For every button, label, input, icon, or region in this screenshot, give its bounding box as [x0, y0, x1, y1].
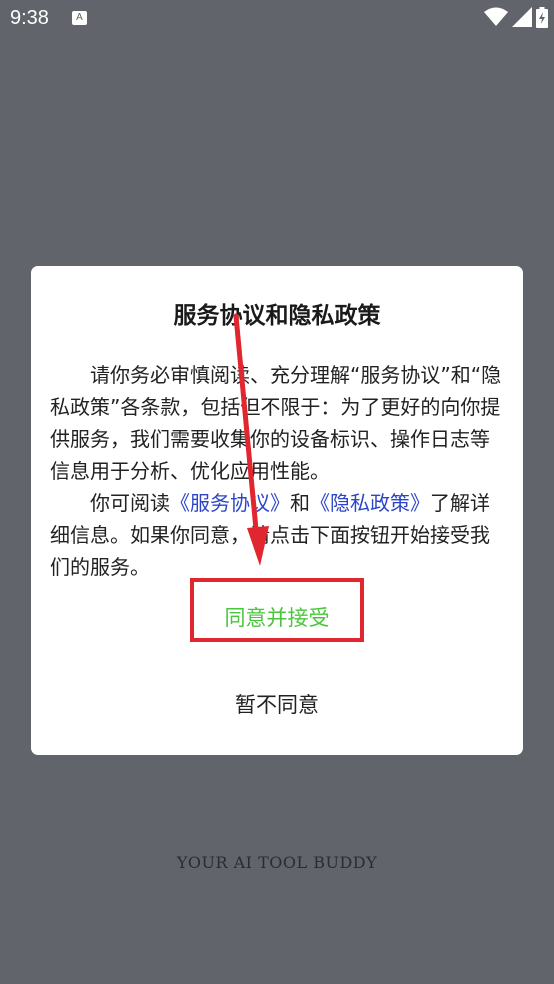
wifi-icon [484, 7, 508, 26]
background-tagline: YOUR AI TOOL BUDDY [176, 853, 378, 872]
service-agreement-link[interactable]: 《服务协议》 [170, 491, 290, 515]
dialog-title: 服务协议和隐私政策 [173, 303, 381, 329]
privacy-policy-link[interactable]: 《隐私政策》 [310, 491, 430, 515]
decline-button[interactable]: 暂不同意 [177, 684, 377, 724]
status-time: 9:38 [10, 7, 49, 29]
agree-button[interactable]: 同意并接受 [190, 578, 364, 642]
privacy-dialog: 服务协议和隐私政策 请你务必审慎阅读、充分理解“服务协议”和“隐私政策”各条款，… [31, 266, 523, 755]
notification-app-icon: A [72, 11, 87, 25]
dialog-paragraph-2: 你可阅读《服务协议》和《隐私政策》了解详细信息。如果你同意，请点击下面按钮开始接… [50, 487, 506, 583]
battery-icon [536, 7, 548, 28]
paragraph-2-and: 和 [290, 491, 310, 515]
signal-icon [512, 7, 532, 27]
dialog-body: 请你务必审慎阅读、充分理解“服务协议”和“隐私政策”各条款，包括但不限于：为了更… [50, 359, 506, 583]
status-bar: 9:38 A [0, 0, 554, 36]
paragraph-2-prefix: 你可阅读 [90, 491, 170, 515]
dialog-paragraph-1: 请你务必审慎阅读、充分理解“服务协议”和“隐私政策”各条款，包括但不限于：为了更… [50, 363, 502, 483]
